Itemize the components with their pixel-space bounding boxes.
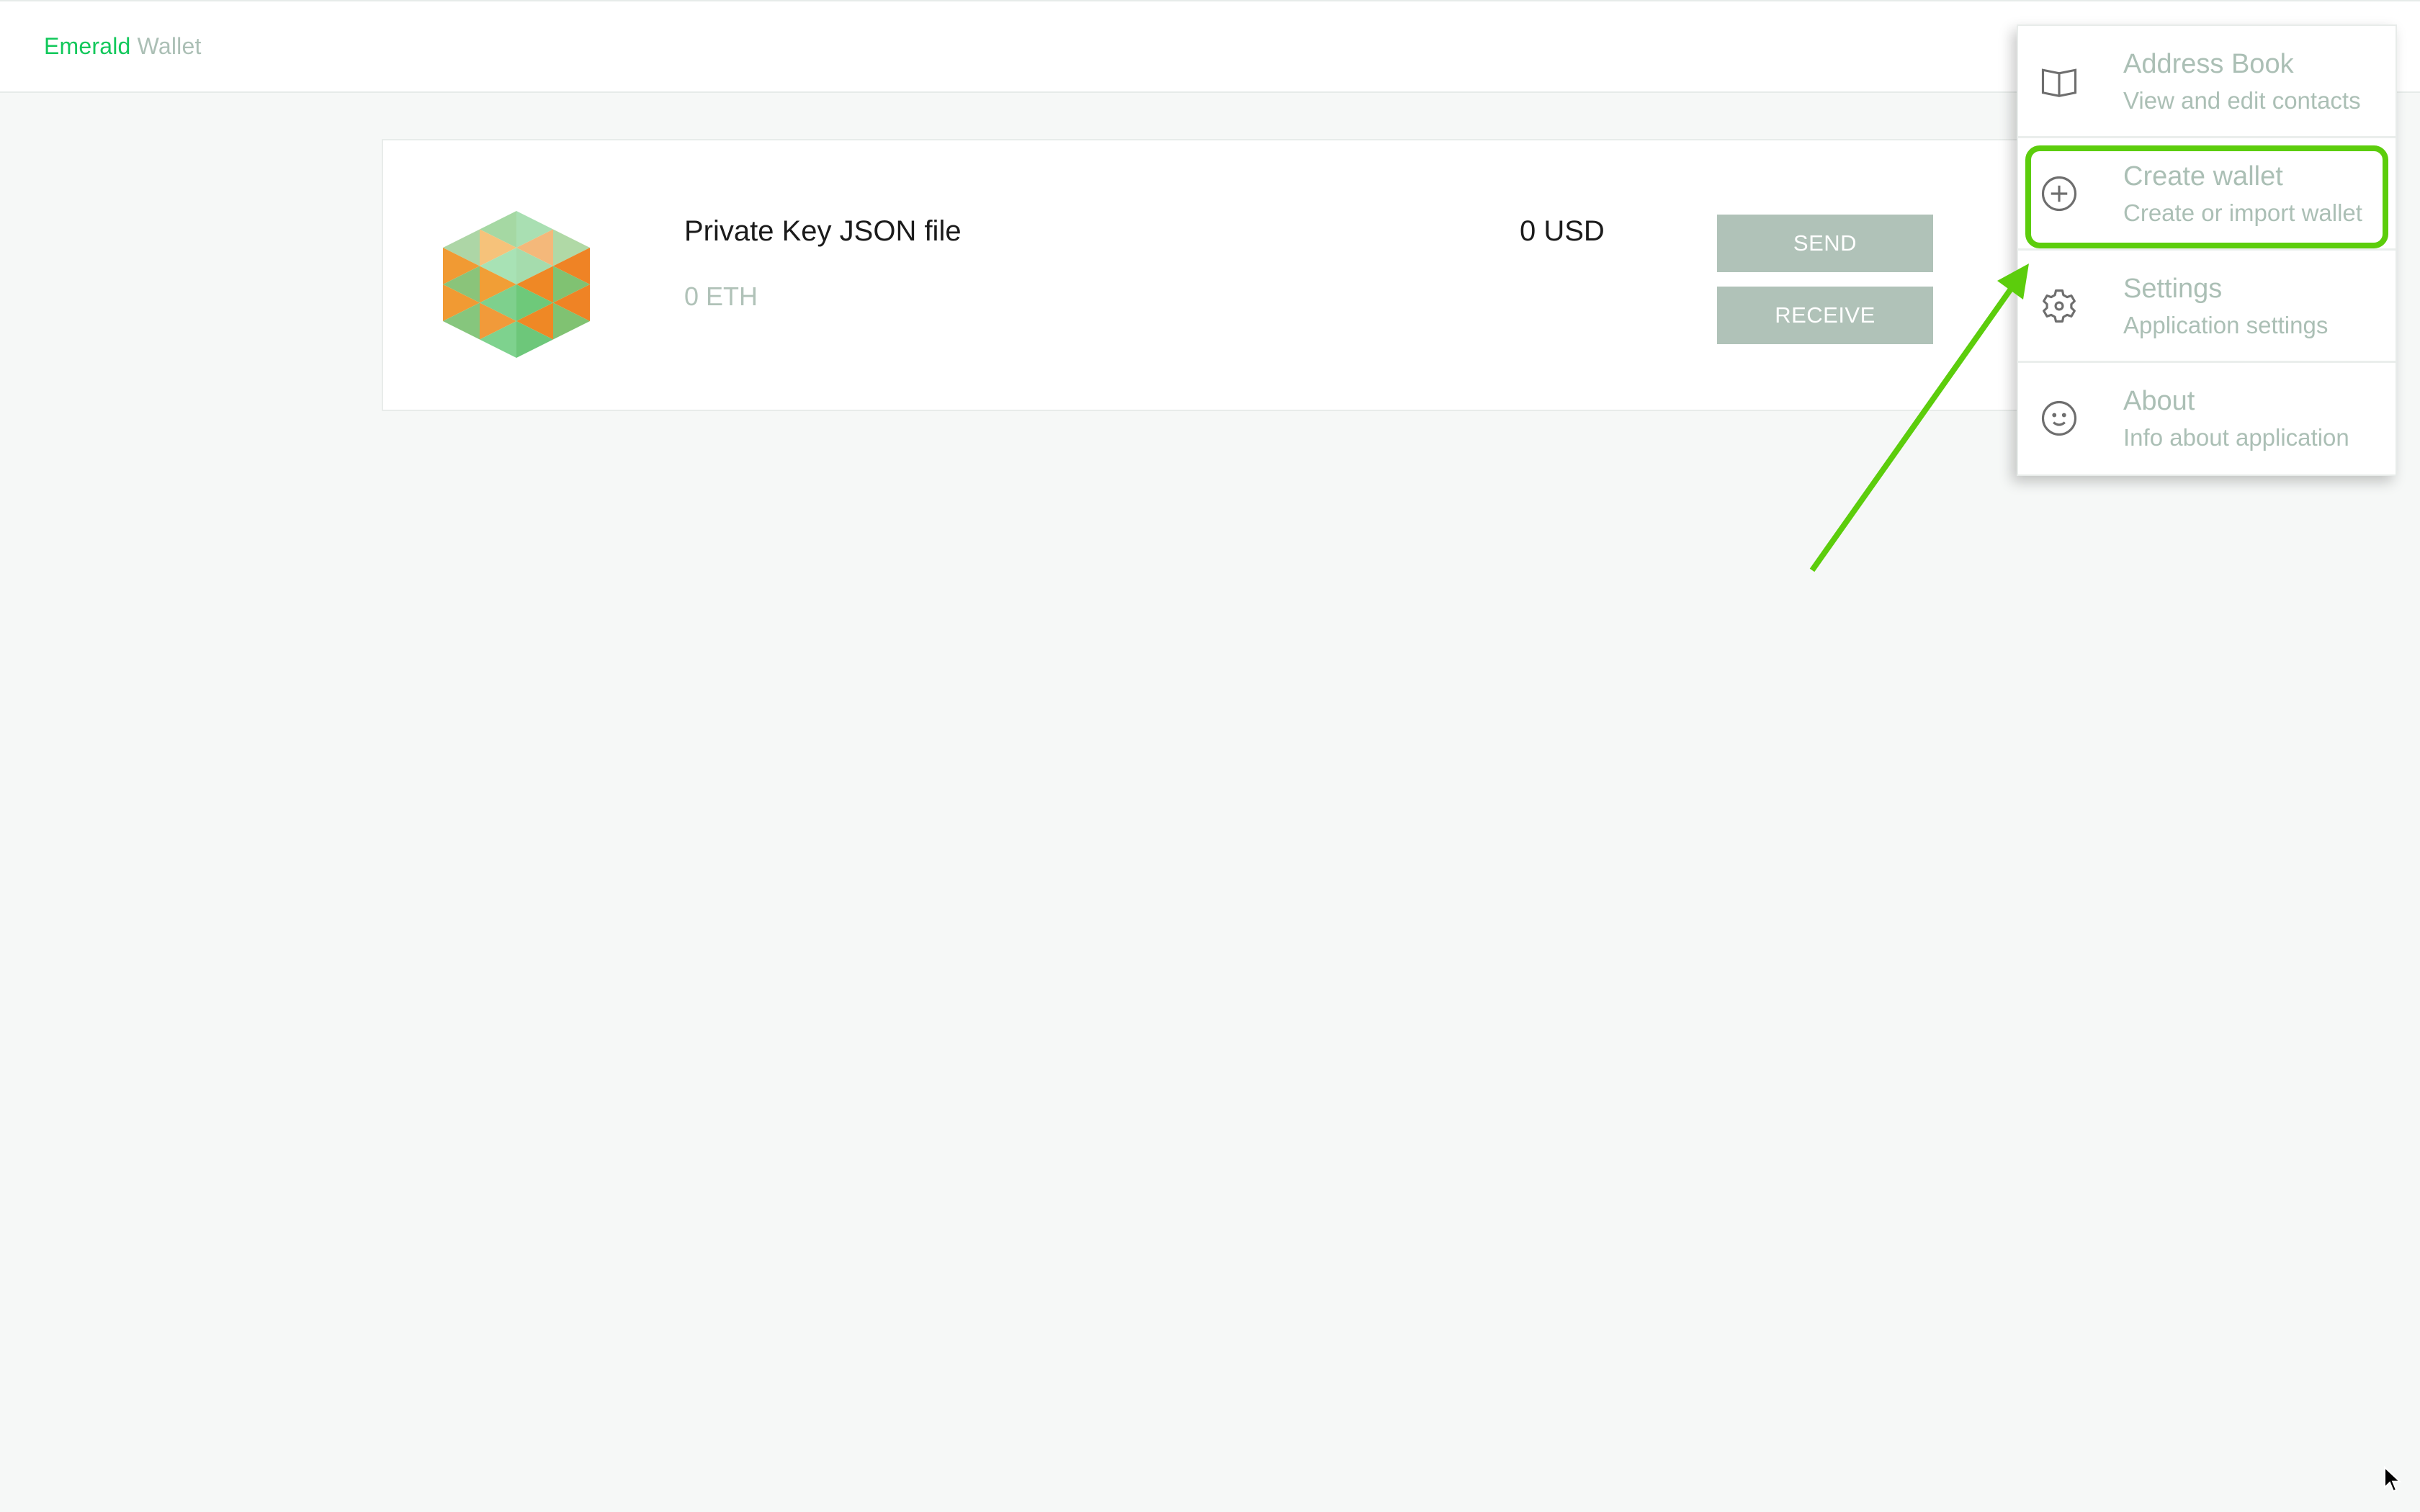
plus-circle-icon xyxy=(2041,176,2077,212)
smiley-icon xyxy=(2041,400,2077,436)
mouse-cursor-icon xyxy=(2384,1466,2402,1493)
wallet-name[interactable]: Private Key JSON file xyxy=(684,215,962,248)
wallet-identicon-icon xyxy=(443,211,590,358)
menu-item-address-book[interactable]: Address Book View and edit contacts xyxy=(2018,26,2396,138)
send-button[interactable]: SEND xyxy=(1717,215,1933,272)
menu-item-settings[interactable]: Settings Application settings xyxy=(2018,251,2396,363)
app-logo-text[interactable]: Emerald Wallet xyxy=(44,33,202,60)
book-icon xyxy=(2041,68,2077,97)
menu-item-subtitle: Create or import wallet xyxy=(2123,199,2362,226)
menu-item-create-wallet[interactable]: Create wallet Create or import wallet xyxy=(2018,138,2396,251)
menu-item-about[interactable]: About Info about application xyxy=(2018,363,2396,475)
wallet-balance-usd: 0 USD xyxy=(1520,215,1605,247)
gear-icon xyxy=(2043,289,2076,323)
wallet-balance-eth: 0 ETH xyxy=(684,282,758,311)
brand-primary: Emerald xyxy=(44,33,131,59)
menu-item-title: Address Book xyxy=(2123,49,2294,79)
app-menu-dropdown: Address Book View and edit contacts Crea… xyxy=(2017,24,2397,476)
menu-item-subtitle: View and edit contacts xyxy=(2123,87,2361,114)
wallet-card[interactable]: Private Key JSON file 0 ETH 0 USD SEND R… xyxy=(382,139,2053,411)
menu-item-subtitle: Info about application xyxy=(2123,424,2349,451)
brand-secondary: Wallet xyxy=(137,33,202,59)
menu-item-subtitle: Application settings xyxy=(2123,312,2329,338)
menu-item-title: Settings xyxy=(2123,274,2223,304)
receive-button[interactable]: RECEIVE xyxy=(1717,287,1933,344)
menu-item-title: About xyxy=(2123,386,2195,416)
menu-item-title: Create wallet xyxy=(2123,161,2283,192)
